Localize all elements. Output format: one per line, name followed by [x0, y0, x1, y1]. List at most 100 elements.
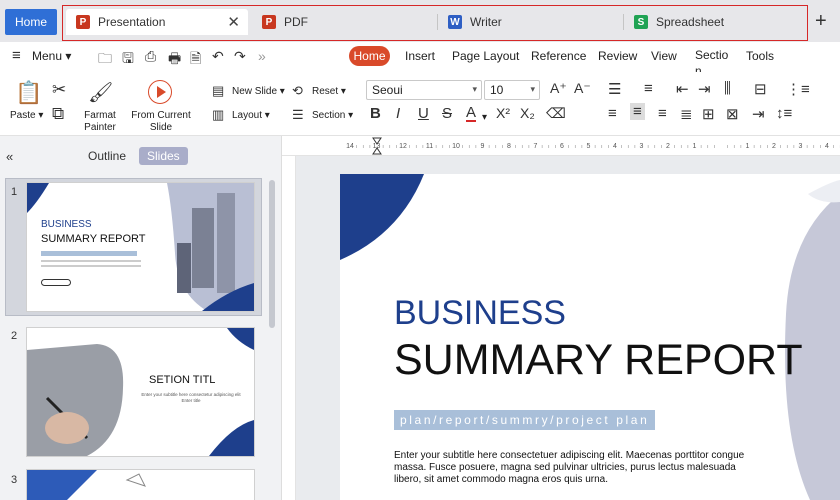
thumb-button-shape [41, 279, 71, 286]
indent-icon[interactable]: ⇥ [752, 105, 765, 123]
redo-icon[interactable]: ↷ [234, 48, 246, 65]
subscript-icon[interactable]: X₂ [520, 105, 535, 121]
ruler-label: 5 [587, 143, 591, 150]
layout-icon[interactable]: ▥ [212, 107, 224, 123]
ribbon-toolbar: 📋 Paste ▾ ✂ ⧉ 🖌 Farmat Painter From Curr… [0, 72, 840, 136]
print-icon[interactable]: 🖶 [168, 48, 181, 72]
slide-tagline[interactable]: plan/report/summry/project plan [394, 410, 656, 430]
menu-view[interactable]: View [651, 49, 677, 63]
print-preview-icon[interactable]: 🗎 [190, 48, 201, 72]
open-folder-icon[interactable]: 🗀 [98, 48, 112, 72]
ruler-label: 8 [507, 143, 511, 150]
distribute-icon[interactable]: ⊞ [702, 105, 715, 123]
slide-editor[interactable]: BUSINESS SUMMARY REPORT plan/report/summ… [340, 174, 840, 500]
align-right-icon[interactable]: ≡ [658, 105, 667, 122]
slides-tab[interactable]: Slides [139, 147, 188, 165]
ruler-label: 4 [825, 143, 829, 150]
slide-thumbnail-2[interactable]: SETION TITL Enter your subtitle here con… [27, 328, 254, 456]
undo-icon[interactable]: ↶ [212, 48, 224, 65]
italic-icon[interactable]: I [396, 105, 400, 122]
justify-icon[interactable]: ≣ [680, 105, 693, 123]
cut-icon[interactable]: ✂ [52, 80, 66, 100]
hamburger-icon[interactable]: ≡ [12, 47, 21, 64]
ruler-label: 12 [399, 143, 407, 150]
menu-insert[interactable]: Insert [405, 49, 435, 63]
vertical-align-icon[interactable]: ⊠ [726, 105, 739, 123]
format-painter-button[interactable]: Farmat Painter [80, 110, 120, 134]
columns-icon[interactable]: ⋮≡ [786, 80, 810, 98]
increase-indent-icon[interactable]: ⇥ [698, 80, 711, 98]
ruler-label: 2 [666, 143, 670, 150]
reset-button[interactable]: Reset ▾ [312, 86, 346, 97]
vertical-ruler[interactable] [282, 156, 296, 500]
bullet-list-icon[interactable]: ☰ [608, 80, 621, 98]
font-size-select[interactable]: 10 ▾ [484, 80, 540, 100]
strikethrough-icon[interactable]: S [442, 105, 452, 122]
numbered-list-icon[interactable]: ≡ [644, 80, 653, 97]
slide-thumb-art [27, 470, 146, 500]
clear-format-icon[interactable]: ⌫ [546, 105, 566, 122]
menu-page-layout[interactable]: Page Layout [452, 49, 519, 63]
layout-button[interactable]: Layout ▾ [232, 110, 270, 121]
export-icon[interactable]: ⎙ [145, 48, 156, 65]
thumb-text-line [41, 260, 141, 262]
align-center-icon[interactable]: ≡ [630, 103, 645, 120]
align-left-icon[interactable]: ≡ [608, 105, 617, 122]
increase-font-icon[interactable]: A⁺ [550, 80, 567, 97]
menu-reference[interactable]: Reference [531, 49, 586, 63]
slide-body-text[interactable]: Enter your subtitle here consectetuer ad… [394, 450, 764, 486]
reset-icon[interactable]: ⟲ [292, 83, 303, 99]
bold-icon[interactable]: B [370, 105, 381, 122]
outline-tab[interactable]: Outline [80, 147, 134, 165]
more-icon[interactable]: » [258, 48, 266, 64]
dropdown-icon[interactable]: ▾ [482, 112, 487, 123]
section-button[interactable]: Section ▾ [312, 110, 353, 121]
new-tab-button[interactable]: + [815, 10, 827, 33]
copy-icon[interactable]: ⧉ [52, 104, 64, 124]
ruler-label: 4 [613, 143, 617, 150]
ruler-label: 3 [640, 143, 644, 150]
menu-home[interactable]: Home [349, 46, 390, 66]
menu-tools[interactable]: Tools [746, 49, 774, 63]
from-current-slide-button[interactable]: From Current Slide [128, 110, 194, 134]
collapse-panel-icon[interactable]: « [6, 149, 13, 164]
slide-number: 1 [11, 186, 18, 198]
superscript-icon[interactable]: X² [496, 105, 510, 121]
new-slide-button[interactable]: New Slide ▾ [232, 86, 285, 97]
underline-icon[interactable]: U [418, 105, 429, 122]
ruler-label: 1 [746, 143, 750, 150]
thumb-title: BUSINESS [41, 219, 92, 230]
slide-canvas: BUSINESS SUMMARY REPORT plan/report/summ… [282, 156, 840, 500]
save-icon[interactable]: 🖫 [122, 48, 134, 72]
ruler-label: 11 [426, 143, 433, 150]
text-direction-icon[interactable]: ⫼ [724, 80, 731, 97]
slide-thumb-art [27, 183, 254, 311]
horizontal-ruler[interactable]: 141312111098765432112345 [282, 136, 840, 156]
new-slide-icon[interactable]: ▤ [212, 83, 224, 99]
format-painter-icon[interactable]: 🖌 [88, 80, 113, 105]
font-name-select[interactable]: Seoui ▾ [366, 80, 482, 100]
tabs-highlight-box [62, 5, 808, 41]
ruler-label: 6 [560, 143, 564, 150]
menu-button[interactable]: Menu ▾ [32, 49, 71, 63]
slide-title-business[interactable]: BUSINESS [394, 294, 566, 333]
play-icon[interactable] [148, 80, 172, 104]
thumb-tagline-bar [41, 251, 137, 256]
ruler-label: 7 [534, 143, 538, 150]
line-spacing-icon[interactable]: ↕≡ [776, 105, 792, 122]
slide-thumbnail-3[interactable] [27, 470, 254, 500]
decrease-font-icon[interactable]: A⁻ [574, 80, 591, 97]
thumb-text-line [41, 265, 141, 267]
decrease-indent-icon[interactable]: ⇤ [676, 80, 689, 98]
font-color-icon[interactable]: A [466, 105, 477, 122]
panel-scrollbar[interactable] [269, 180, 275, 328]
menu-review[interactable]: Review [598, 49, 637, 63]
paste-button[interactable]: Paste ▾ [10, 110, 43, 121]
home-tab[interactable]: Home [5, 9, 57, 35]
paste-icon[interactable]: 📋 [15, 80, 42, 106]
align-text-icon[interactable]: ⊟ [754, 80, 767, 98]
slide-title-summary[interactable]: SUMMARY REPORT [394, 336, 803, 385]
section-icon[interactable]: ☰ [292, 107, 304, 123]
ruler-ticks: 141312111098765432112345 [346, 137, 840, 155]
slide-thumbnail-1[interactable]: BUSINESS SUMMARY REPORT [27, 183, 254, 311]
